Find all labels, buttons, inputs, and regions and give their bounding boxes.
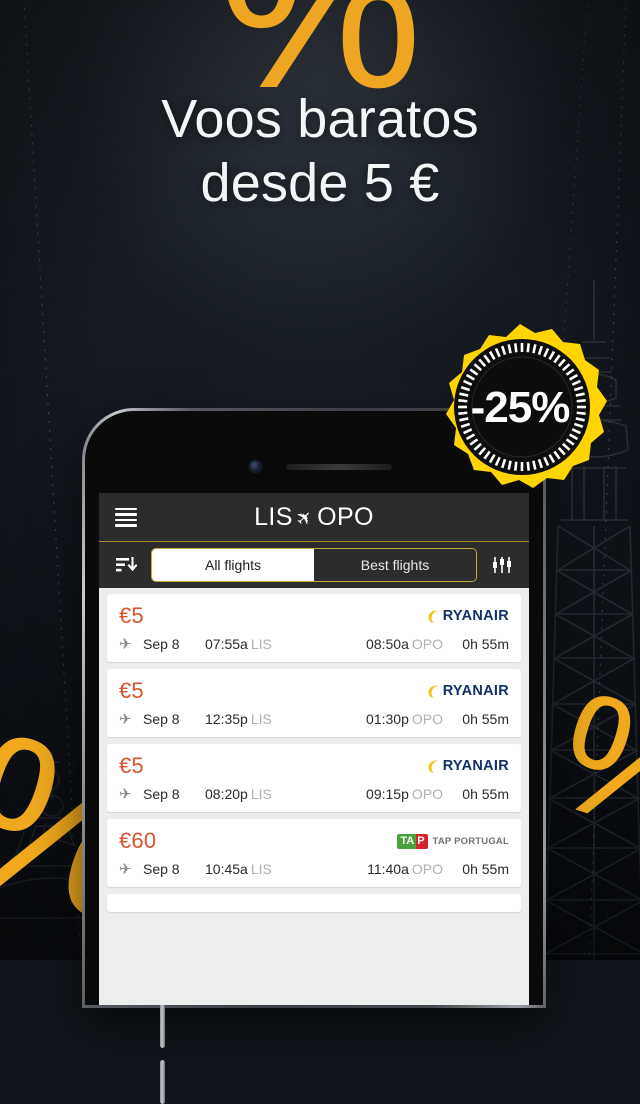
- flight-card-header: €60 TA P TAP PORTUGAL: [119, 828, 509, 854]
- promo-headline: Voos baratos desde 5 €: [0, 88, 640, 215]
- ryanair-wordmark: RYANAIR: [442, 758, 509, 774]
- tap-mark-left: TA: [397, 833, 417, 849]
- phone-volume-down-button: [160, 1060, 165, 1104]
- flight-card-details: ✈ Sep 8 10:45a LIS 11:40a OPO 0h 55m: [119, 860, 509, 878]
- flight-card-header: €5 RYANAIR: [119, 603, 509, 629]
- flight-result-card[interactable]: €60 TA P TAP PORTUGAL ✈ Sep 8 10:45a LIS 1…: [107, 819, 521, 887]
- ryanair-logo: RYANAIR: [427, 608, 509, 624]
- depart-airport: LIS: [250, 711, 272, 727]
- app-header: LIS✈OPO: [99, 493, 529, 542]
- ryanair-logo: RYANAIR: [427, 683, 509, 699]
- phone-screen: LIS✈OPO All flights Best flights €5 RYAN…: [99, 493, 529, 1005]
- earpiece-speaker-icon: [286, 464, 392, 470]
- flight-date: Sep 8: [143, 636, 180, 652]
- ryanair-logo: RYANAIR: [427, 758, 509, 774]
- depart-airport: LIS: [250, 861, 272, 877]
- arrive-time: 01:30p: [366, 711, 409, 727]
- phone-bezel: LIS✈OPO All flights Best flights €5 RYAN…: [85, 411, 543, 1005]
- flight-duration: 0h 55m: [462, 711, 509, 727]
- flight-result-card[interactable]: [107, 894, 521, 912]
- front-camera-icon: [250, 461, 261, 472]
- flight-price: €5: [119, 678, 144, 703]
- flight-price: €5: [119, 753, 144, 778]
- sort-descending-icon[interactable]: [109, 548, 143, 582]
- percent-glyph-top: %: [217, 0, 423, 136]
- plane-icon: ✈: [119, 711, 132, 728]
- tab-best-flights[interactable]: Best flights: [314, 549, 476, 581]
- flight-result-card[interactable]: €5 RYANAIR ✈ Sep 8 08:20p LIS 09:15p OPO 0…: [107, 744, 521, 812]
- tab-all-flights[interactable]: All flights: [152, 549, 314, 581]
- flight-card-details: ✈ Sep 8 07:55a LIS 08:50a OPO 0h 55m: [119, 635, 509, 653]
- tap-wordmark: TAP PORTUGAL: [432, 835, 509, 847]
- ryanair-wordmark: RYANAIR: [442, 608, 509, 624]
- depart-time: 08:20p: [205, 786, 248, 802]
- flight-card-details: ✈ Sep 8 08:20p LIS 09:15p OPO 0h 55m: [119, 785, 509, 803]
- flight-card-header: €5 RYANAIR: [119, 753, 509, 779]
- flight-result-card[interactable]: €5 RYANAIR ✈ Sep 8 12:35p LIS 01:30p OPO 0…: [107, 669, 521, 737]
- flight-result-card[interactable]: €5 RYANAIR ✈ Sep 8 07:55a LIS 08:50a OPO 0…: [107, 594, 521, 662]
- discount-badge: -25%: [432, 320, 608, 496]
- ryanair-wordmark: RYANAIR: [442, 683, 509, 699]
- filter-sliders-icon[interactable]: [485, 548, 519, 582]
- flight-card-details: ✈ Sep 8 12:35p LIS 01:30p OPO 0h 55m: [119, 710, 509, 728]
- hamburger-icon[interactable]: [115, 507, 137, 527]
- flight-filter-segmented-control[interactable]: All flights Best flights: [151, 548, 477, 582]
- depart-airport: LIS: [250, 636, 272, 652]
- arrive-airport: OPO: [411, 861, 443, 877]
- tap-mark-icon: TA P: [397, 833, 428, 849]
- flight-duration: 0h 55m: [462, 786, 509, 802]
- flight-date: Sep 8: [143, 786, 180, 802]
- arrive-airport: OPO: [411, 711, 443, 727]
- flight-date: Sep 8: [143, 711, 180, 727]
- arrive-airport: OPO: [411, 636, 443, 652]
- phone-volume-up-button: [160, 1004, 165, 1048]
- flight-date: Sep 8: [143, 861, 180, 877]
- plane-icon: ✈: [119, 636, 132, 653]
- headline-line-2: desde 5 €: [200, 152, 440, 213]
- flight-duration: 0h 55m: [462, 636, 509, 652]
- flight-price: €5: [119, 603, 144, 628]
- plane-icon: ✈: [119, 861, 132, 878]
- title-destination: OPO: [317, 502, 374, 531]
- title-origin: LIS: [254, 502, 293, 531]
- flight-duration: 0h 55m: [462, 861, 509, 877]
- depart-airport: LIS: [250, 786, 272, 802]
- arrive-time: 08:50a: [366, 636, 409, 652]
- depart-time: 07:55a: [205, 636, 248, 652]
- arrive-time: 11:40a: [367, 861, 409, 877]
- tap-portugal-logo: TA P TAP PORTUGAL: [397, 833, 509, 849]
- plane-icon: ✈: [119, 786, 132, 803]
- headline-line-1: Voos baratos: [161, 89, 479, 149]
- depart-time: 12:35p: [205, 711, 248, 727]
- badge-discount-label: -25%: [470, 383, 571, 432]
- depart-time: 10:45a: [205, 861, 248, 877]
- tap-mark-right: P: [416, 833, 428, 849]
- plane-icon: ✈: [291, 504, 319, 532]
- flight-price: €60: [119, 828, 157, 853]
- arrive-airport: OPO: [411, 786, 443, 802]
- page-title: LIS✈OPO: [99, 503, 529, 532]
- flight-results-list[interactable]: €5 RYANAIR ✈ Sep 8 07:55a LIS 08:50a OPO 0…: [99, 588, 529, 1005]
- filter-toolbar: All flights Best flights: [99, 542, 529, 588]
- arrive-time: 09:15p: [366, 786, 409, 802]
- flight-card-header: €5 RYANAIR: [119, 678, 509, 704]
- phone-mockup: LIS✈OPO All flights Best flights €5 RYAN…: [82, 408, 546, 1104]
